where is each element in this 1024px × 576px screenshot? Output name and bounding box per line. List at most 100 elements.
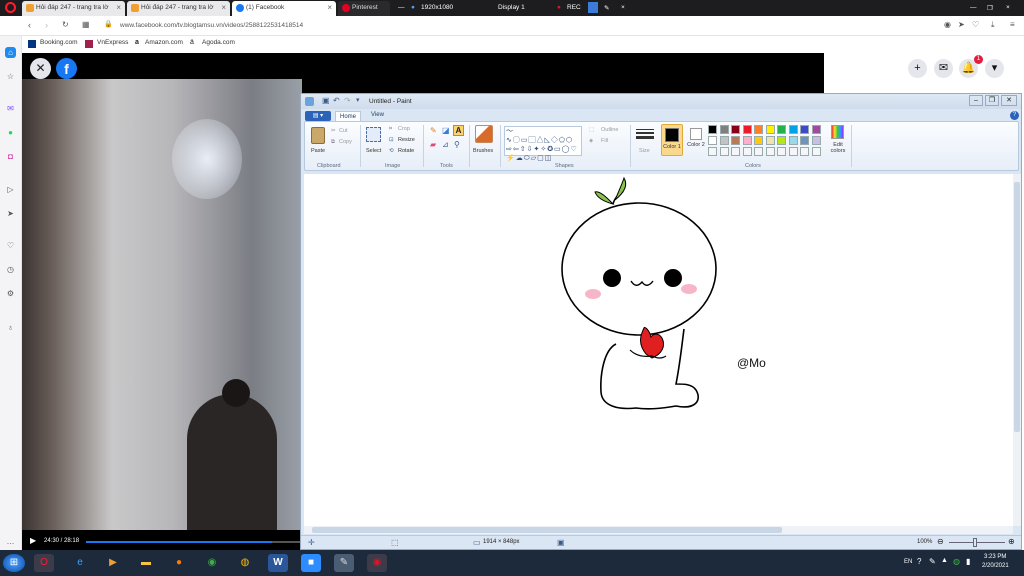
camera-icon[interactable]: ◉ — [944, 20, 951, 29]
create-button[interactable]: + — [908, 59, 927, 78]
horizontal-scrollbar[interactable] — [304, 526, 1013, 534]
select-icon[interactable] — [366, 127, 381, 142]
ie-taskbar-icon[interactable]: e — [70, 554, 90, 572]
messenger-icon[interactable]: ✉ — [5, 103, 16, 114]
eraser-icon[interactable]: ▰ — [430, 140, 436, 149]
fill-icon[interactable]: ◈ — [589, 138, 593, 144]
select-button[interactable]: Select — [366, 148, 381, 154]
pen-icon[interactable]: ✎ — [604, 0, 609, 16]
close-icon[interactable]: × — [327, 3, 332, 12]
player-icon[interactable]: ▷ — [5, 184, 16, 195]
cut-icon[interactable]: ✂ — [331, 128, 336, 134]
recorder-minimize-icon[interactable]: — — [398, 0, 405, 16]
palette-swatch[interactable] — [719, 136, 729, 145]
size-icon[interactable] — [636, 127, 654, 141]
instagram-icon[interactable]: ◘ — [5, 151, 16, 162]
paint-restore-icon[interactable]: ❐ — [985, 95, 999, 106]
palette-swatch[interactable] — [719, 125, 729, 134]
palette-swatch[interactable] — [777, 125, 786, 134]
show-hidden-icon[interactable]: ▲ — [941, 557, 948, 564]
paint-canvas[interactable]: @Mo — [304, 174, 1013, 526]
palette-swatch[interactable] — [788, 136, 798, 145]
palette-empty-swatch[interactable] — [811, 147, 821, 156]
clock-date[interactable]: 2/20/2021 — [982, 563, 1009, 569]
bookmark-vnexpress[interactable]: VnExpress — [97, 39, 128, 46]
palette-swatch[interactable] — [731, 125, 740, 134]
zoom-taskbar-icon[interactable]: ■ — [301, 554, 321, 572]
send-icon[interactable]: ➤ — [5, 208, 16, 219]
palette-empty-swatch[interactable] — [708, 147, 717, 156]
palette-swatch[interactable] — [800, 136, 809, 145]
horizontal-scroll-thumb[interactable] — [312, 527, 782, 533]
back-icon[interactable]: ‹ — [28, 20, 31, 30]
palette-empty-swatch[interactable] — [777, 147, 786, 156]
bookmark-agoda[interactable]: Agoda.com — [202, 39, 235, 46]
palette-swatch[interactable] — [811, 125, 821, 134]
recorder-square-icon[interactable] — [588, 2, 598, 13]
palette-empty-swatch[interactable] — [765, 147, 775, 156]
pen-tray-icon[interactable]: ✎ — [929, 557, 936, 566]
pencil-icon[interactable]: ✎ — [430, 126, 437, 135]
home-icon[interactable]: ⌂ — [5, 47, 16, 58]
resize-button[interactable]: Resize — [398, 137, 415, 143]
close-icon[interactable]: × — [116, 3, 121, 12]
magnifier-icon[interactable]: ⚲ — [454, 140, 460, 149]
paint-menu-button[interactable]: ▤ ▾ — [305, 111, 331, 121]
copy-icon[interactable]: ⧉ — [331, 139, 335, 146]
copy-button[interactable]: Copy — [339, 139, 352, 145]
paint-close-icon[interactable]: ✕ — [1001, 95, 1017, 106]
qat-dropdown-icon[interactable]: ▾ — [356, 96, 360, 104]
palette-swatch[interactable] — [754, 125, 763, 134]
outline-icon[interactable]: ⬚ — [589, 127, 594, 133]
forward-icon[interactable]: › — [45, 20, 48, 30]
clock-time[interactable]: 3:23 PM — [984, 554, 1006, 560]
app-green-taskbar-icon[interactable]: ◉ — [202, 554, 222, 572]
lock-icon[interactable]: 🔒 — [104, 20, 113, 28]
palette-swatch[interactable] — [765, 136, 775, 145]
outline-button[interactable]: Outline — [601, 127, 618, 133]
fill-button[interactable]: Fill — [601, 138, 608, 144]
paste-icon[interactable] — [311, 127, 325, 144]
close-video-button[interactable]: ✕ — [30, 58, 51, 79]
reload-icon[interactable]: ↻ — [62, 20, 69, 29]
edit-colors-button[interactable]: Edit colors — [827, 142, 849, 154]
palette-empty-swatch[interactable] — [754, 147, 763, 156]
facebook-logo-icon[interactable]: f — [56, 58, 77, 79]
tab-facebook[interactable]: (1) Facebook × — [232, 1, 336, 16]
color-picker-icon[interactable]: ⊿ — [442, 140, 449, 149]
palette-swatch[interactable] — [731, 136, 740, 145]
zoom-out-icon[interactable]: ⊖ — [937, 537, 944, 546]
palette-swatch[interactable] — [742, 136, 752, 145]
settings-icon[interactable]: ⚙ — [5, 288, 16, 299]
brushes-button[interactable]: Brushes — [473, 148, 493, 154]
palette-empty-swatch[interactable] — [800, 147, 809, 156]
paint-app-icon[interactable] — [305, 97, 314, 106]
palette-swatch[interactable] — [754, 136, 763, 145]
network-tray-icon[interactable]: ◍ — [953, 557, 960, 566]
heart-icon[interactable]: ♡ — [5, 240, 16, 251]
cut-button[interactable]: Cut — [339, 128, 348, 134]
palette-swatch[interactable] — [742, 125, 752, 134]
save-icon[interactable]: ▣ — [322, 96, 330, 105]
window-restore-icon[interactable]: ❐ — [987, 0, 993, 16]
close-icon[interactable]: × — [221, 3, 226, 12]
crop-button[interactable]: Crop — [398, 126, 410, 132]
paste-button[interactable]: Paste — [311, 148, 325, 154]
recorder-taskbar-icon[interactable]: ◉ — [367, 554, 387, 572]
resize-icon[interactable]: ⊡ — [389, 137, 394, 143]
rotate-icon[interactable]: ⟲ — [389, 148, 394, 154]
palette-empty-swatch[interactable] — [719, 147, 729, 156]
palette-empty-swatch[interactable] — [731, 147, 740, 156]
rec-label[interactable]: REC — [567, 0, 581, 16]
vertical-scrollbar[interactable] — [1013, 174, 1021, 526]
crop-icon[interactable]: ⌗ — [389, 126, 392, 133]
text-icon[interactable]: A — [453, 125, 464, 136]
opera-taskbar-icon[interactable]: O — [34, 554, 54, 572]
messenger-button[interactable]: ✉ — [934, 59, 953, 78]
bookmark-icon[interactable]: ☆ — [5, 71, 16, 82]
palette-empty-swatch[interactable] — [742, 147, 752, 156]
whatsapp-icon[interactable]: ● — [5, 127, 16, 138]
video-progress-track[interactable] — [86, 541, 300, 543]
history-icon[interactable]: ◷ — [5, 264, 16, 275]
chrome-taskbar-icon[interactable]: ◍ — [235, 554, 255, 572]
